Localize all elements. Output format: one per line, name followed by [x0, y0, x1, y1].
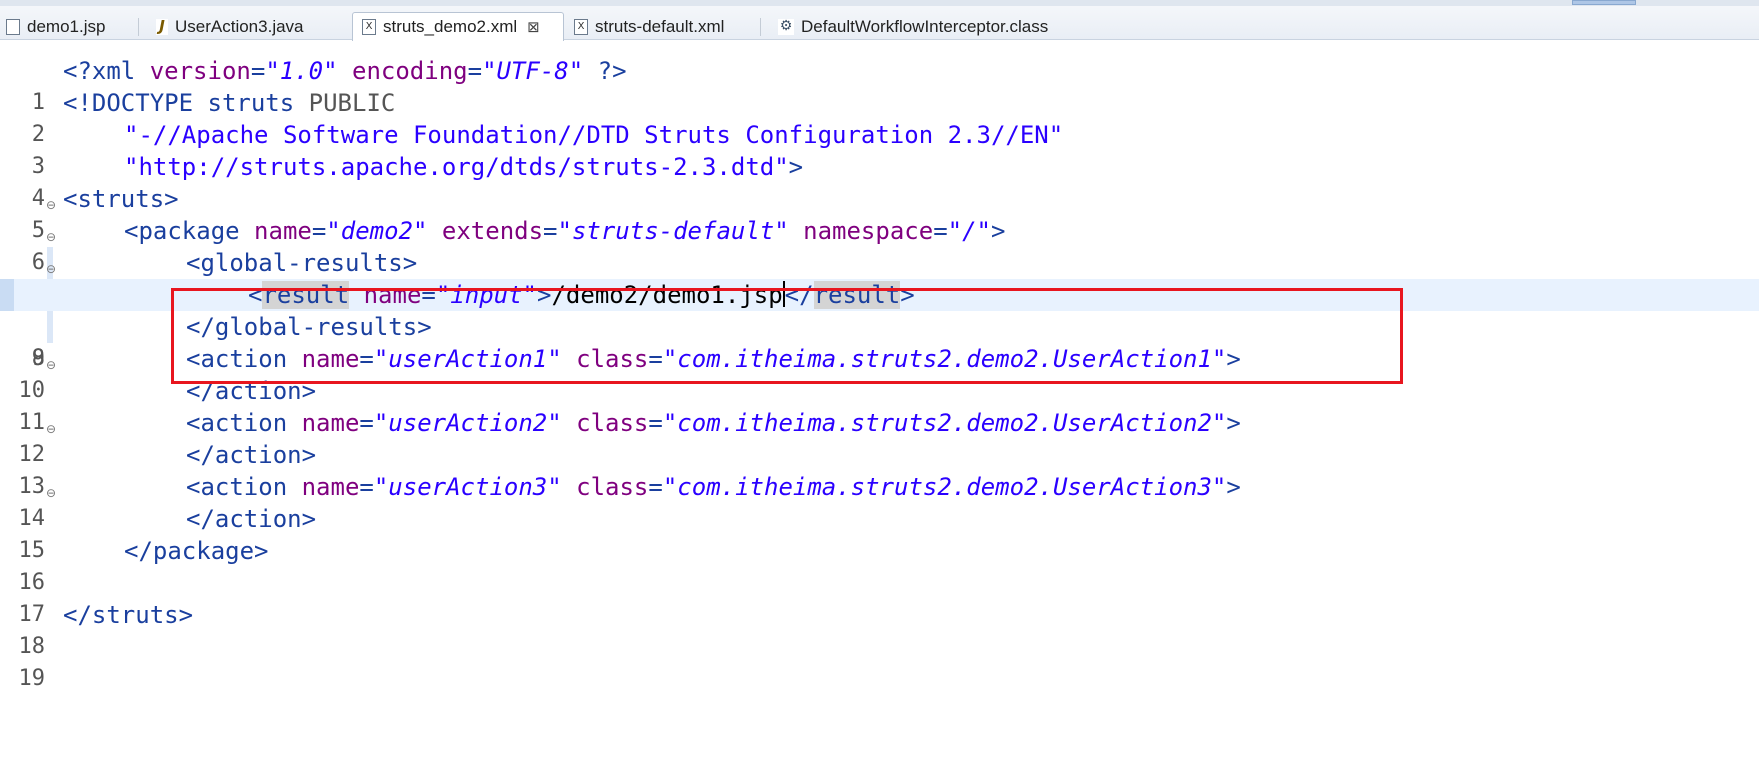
- tab-separator: [760, 18, 761, 36]
- code-line-5[interactable]: 5 ⊖ <struts>: [0, 183, 1759, 243]
- tab-struts-demo2-xml[interactable]: X struts_demo2.xml ⊠: [352, 12, 564, 41]
- tab-label: struts_demo2.xml: [383, 17, 518, 36]
- code-text: </action>: [186, 441, 317, 469]
- code-line-6[interactable]: 6 ⊖ <package name="demo2" extends="strut…: [0, 215, 1759, 275]
- code-line-18[interactable]: 18 </struts>: [0, 599, 1759, 659]
- code-line-8-current[interactable]: 8 <result name="input">/demo2/demo1.jsp<…: [0, 279, 1759, 371]
- code-line-3[interactable]: 3 "-//Apache Software Foundation//DTD St…: [0, 119, 1759, 179]
- current-line-marker: [0, 279, 14, 311]
- code-line-9[interactable]: 9 </global-results>: [0, 311, 1759, 371]
- tab-label: DefaultWorkflowInterceptor.class: [801, 17, 1049, 36]
- code-text: <!DOCTYPE struts PUBLIC: [63, 89, 396, 117]
- tab-separator: [138, 18, 139, 36]
- code-text: <?xml version="1.0" encoding="UTF-8" ?>: [63, 57, 627, 85]
- maximize-editor-button[interactable]: [1572, 0, 1636, 5]
- tab-useraction3-java[interactable]: J UserAction3.java: [156, 14, 304, 40]
- code-text: <action name="userAction2" class="com.it…: [186, 409, 1241, 437]
- code-line-10[interactable]: 10 ⊖ <action name="userAction1" class="c…: [0, 343, 1759, 403]
- code-text: <struts>: [63, 185, 179, 213]
- code-editor[interactable]: 1 <?xml version="1.0" encoding="UTF-8" ?…: [0, 41, 1759, 715]
- code-text: </action>: [186, 505, 317, 533]
- code-text: "http://struts.apache.org/dtds/struts-2.…: [124, 153, 804, 181]
- tab-label: struts-default.xml: [595, 17, 725, 36]
- close-tab-icon[interactable]: ⊠: [527, 18, 540, 36]
- code-line-11[interactable]: 11 </action>: [0, 375, 1759, 435]
- jsp-file-icon: [6, 19, 20, 35]
- code-text: <action name="userAction1" class="com.it…: [186, 345, 1241, 373]
- class-file-icon: ⚙: [778, 18, 794, 35]
- code-text: </package>: [124, 537, 269, 565]
- editor-tab-bar: demo1.jsp J UserAction3.java X struts_de…: [0, 0, 1759, 41]
- code-text: </global-results>: [186, 313, 432, 341]
- code-text: <package name="demo2" extends="struts-de…: [124, 217, 1006, 245]
- java-file-icon: J: [156, 19, 168, 35]
- tab-label: UserAction3.java: [175, 17, 304, 36]
- code-line-19[interactable]: 19: [0, 631, 1759, 691]
- code-line-16[interactable]: 16 </package>: [0, 535, 1759, 595]
- code-text: "-//Apache Software Foundation//DTD Stru…: [124, 121, 1064, 149]
- code-text: <global-results>: [186, 249, 418, 277]
- code-line-2[interactable]: 2 <!DOCTYPE struts PUBLIC: [0, 87, 1759, 147]
- code-line-13[interactable]: 13 </action>: [0, 439, 1759, 499]
- code-line-1[interactable]: 1 <?xml version="1.0" encoding="UTF-8" ?…: [0, 55, 1759, 115]
- code-line-17[interactable]: 17: [0, 567, 1759, 627]
- code-text: <action name="userAction3" class="com.it…: [186, 473, 1241, 501]
- code-line-14[interactable]: 14 ⊖ <action name="userAction3" class="c…: [0, 471, 1759, 531]
- tab-label: demo1.jsp: [27, 17, 106, 36]
- code-line-15[interactable]: 15 </action>: [0, 503, 1759, 563]
- line-number: 19: [18, 666, 46, 691]
- xml-file-icon: X: [574, 19, 588, 35]
- code-text: <result name="input">/demo2/demo1.jsp</r…: [248, 281, 915, 309]
- tab-struts-default-xml[interactable]: X struts-default.xml: [574, 14, 724, 40]
- code-line-7[interactable]: 7 ⊖ <global-results>: [0, 247, 1759, 307]
- code-text: </struts>: [63, 601, 194, 629]
- tab-defaultworkflowinterceptor-class[interactable]: ⚙ DefaultWorkflowInterceptor.class: [778, 14, 1048, 40]
- code-line-4[interactable]: 4 "http://struts.apache.org/dtds/struts-…: [0, 151, 1759, 211]
- tab-demo1-jsp[interactable]: demo1.jsp: [6, 14, 105, 40]
- xml-file-icon: X: [362, 19, 376, 35]
- code-line-12[interactable]: 12 ⊖ <action name="userAction2" class="c…: [0, 407, 1759, 467]
- tab-bar-top-strip: [0, 0, 1759, 6]
- code-text: </action>: [186, 377, 317, 405]
